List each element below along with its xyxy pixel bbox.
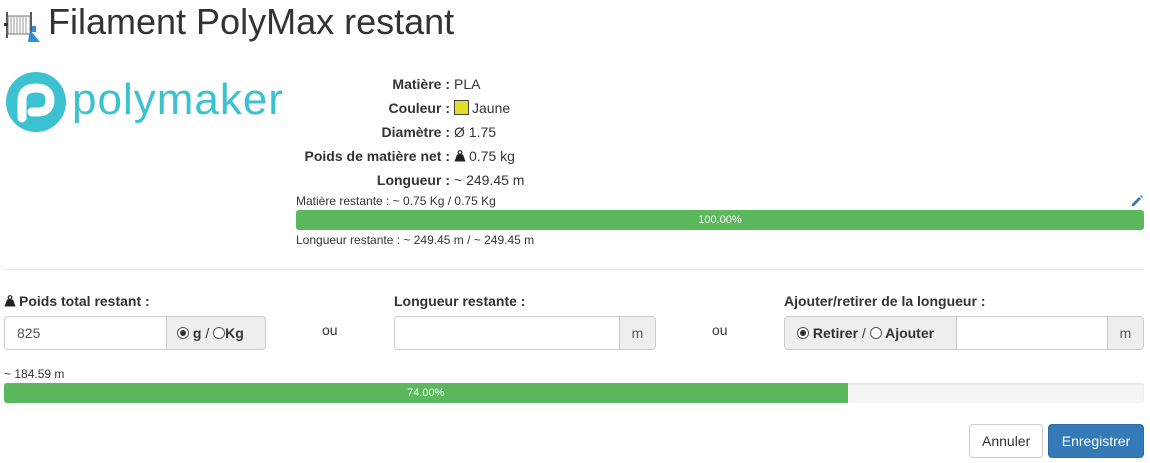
diameter-value: Ø 1.75 (454, 124, 497, 140)
or-text: ou (712, 322, 728, 338)
weight-unit-addon: g / Kg (167, 316, 266, 350)
adjust-input-group: Retirer / Ajouter m (784, 316, 1144, 350)
weight-icon (454, 150, 466, 162)
length-label: Longueur : (376, 172, 450, 188)
unit-g-radio[interactable] (177, 327, 189, 339)
filament-spool-icon (4, 12, 40, 42)
spec-length: Longueur : ~ 249.45 m (200, 168, 800, 192)
remaining-length-text: Longueur restante : ~ 249.45 m / ~ 249.4… (296, 233, 535, 247)
weight-field-label-text: Poids total restant : (19, 293, 150, 309)
page-title: Filament PolyMax restant (48, 1, 455, 42)
adjust-input[interactable] (956, 316, 1108, 350)
spec-color: Couleur : Jaune (200, 96, 800, 120)
adjust-separator: / (861, 325, 866, 341)
color-value: Jaune (472, 100, 511, 116)
material-value: PLA (454, 76, 481, 92)
remove-label: Retirer (812, 325, 859, 341)
result-progress-fill: 74.00% (4, 383, 848, 403)
weight-field-label: Poids total restant : (4, 292, 150, 310)
color-label: Couleur : (388, 100, 450, 116)
diameter-label: Diamètre : (381, 124, 450, 140)
save-button[interactable]: Enregistrer (1048, 424, 1144, 458)
weight-icon (4, 295, 16, 307)
spec-diameter: Diamètre :Ø 1.75 (200, 120, 800, 144)
remaining-progress-bar: 100.00% (296, 210, 1144, 230)
unit-kg-label: Kg (225, 325, 244, 341)
unit-g-label: g (192, 325, 202, 341)
add-radio[interactable] (869, 327, 882, 339)
cancel-button[interactable]: Annuler (969, 424, 1043, 458)
weight-input-group: g / Kg (4, 316, 266, 350)
pencil-edit-icon[interactable] (1130, 194, 1144, 208)
color-swatch (454, 100, 469, 115)
adjust-field-label: Ajouter/retirer de la longueur : (784, 293, 986, 309)
divider (4, 269, 1144, 270)
result-progress-bar: 74.00% (4, 383, 1144, 403)
spec-net-weight: Poids de matière net : 0.75 kg (200, 144, 800, 168)
remove-radio[interactable] (797, 327, 809, 339)
polymaker-logo-mark (6, 72, 66, 132)
or-text: ou (322, 322, 338, 338)
add-label: Ajouter (885, 325, 935, 341)
length-unit-addon: m (620, 316, 656, 350)
remaining-progress-fill: 100.00% (296, 210, 1144, 230)
result-length-text: ~ 184.59 m (4, 367, 65, 381)
adjust-mode-addon: Retirer / Ajouter (784, 316, 956, 350)
net-weight-value: 0.75 kg (469, 148, 515, 164)
unit-separator: / (205, 325, 210, 341)
length-input[interactable] (394, 316, 620, 350)
length-input-group: m (394, 316, 656, 350)
unit-kg-radio[interactable] (213, 327, 226, 339)
length-field-label: Longueur restante : (394, 293, 526, 309)
length-value: ~ 249.45 m (454, 172, 525, 188)
adjust-unit-addon: m (1108, 316, 1144, 350)
weight-input[interactable] (4, 316, 167, 350)
remaining-material-text: Matière restante : ~ 0.75 Kg / 0.75 Kg (296, 194, 496, 208)
spec-material: Matière : PLA (200, 72, 800, 96)
net-weight-label: Poids de matière net : (304, 148, 450, 164)
material-label: Matière : (392, 76, 450, 92)
